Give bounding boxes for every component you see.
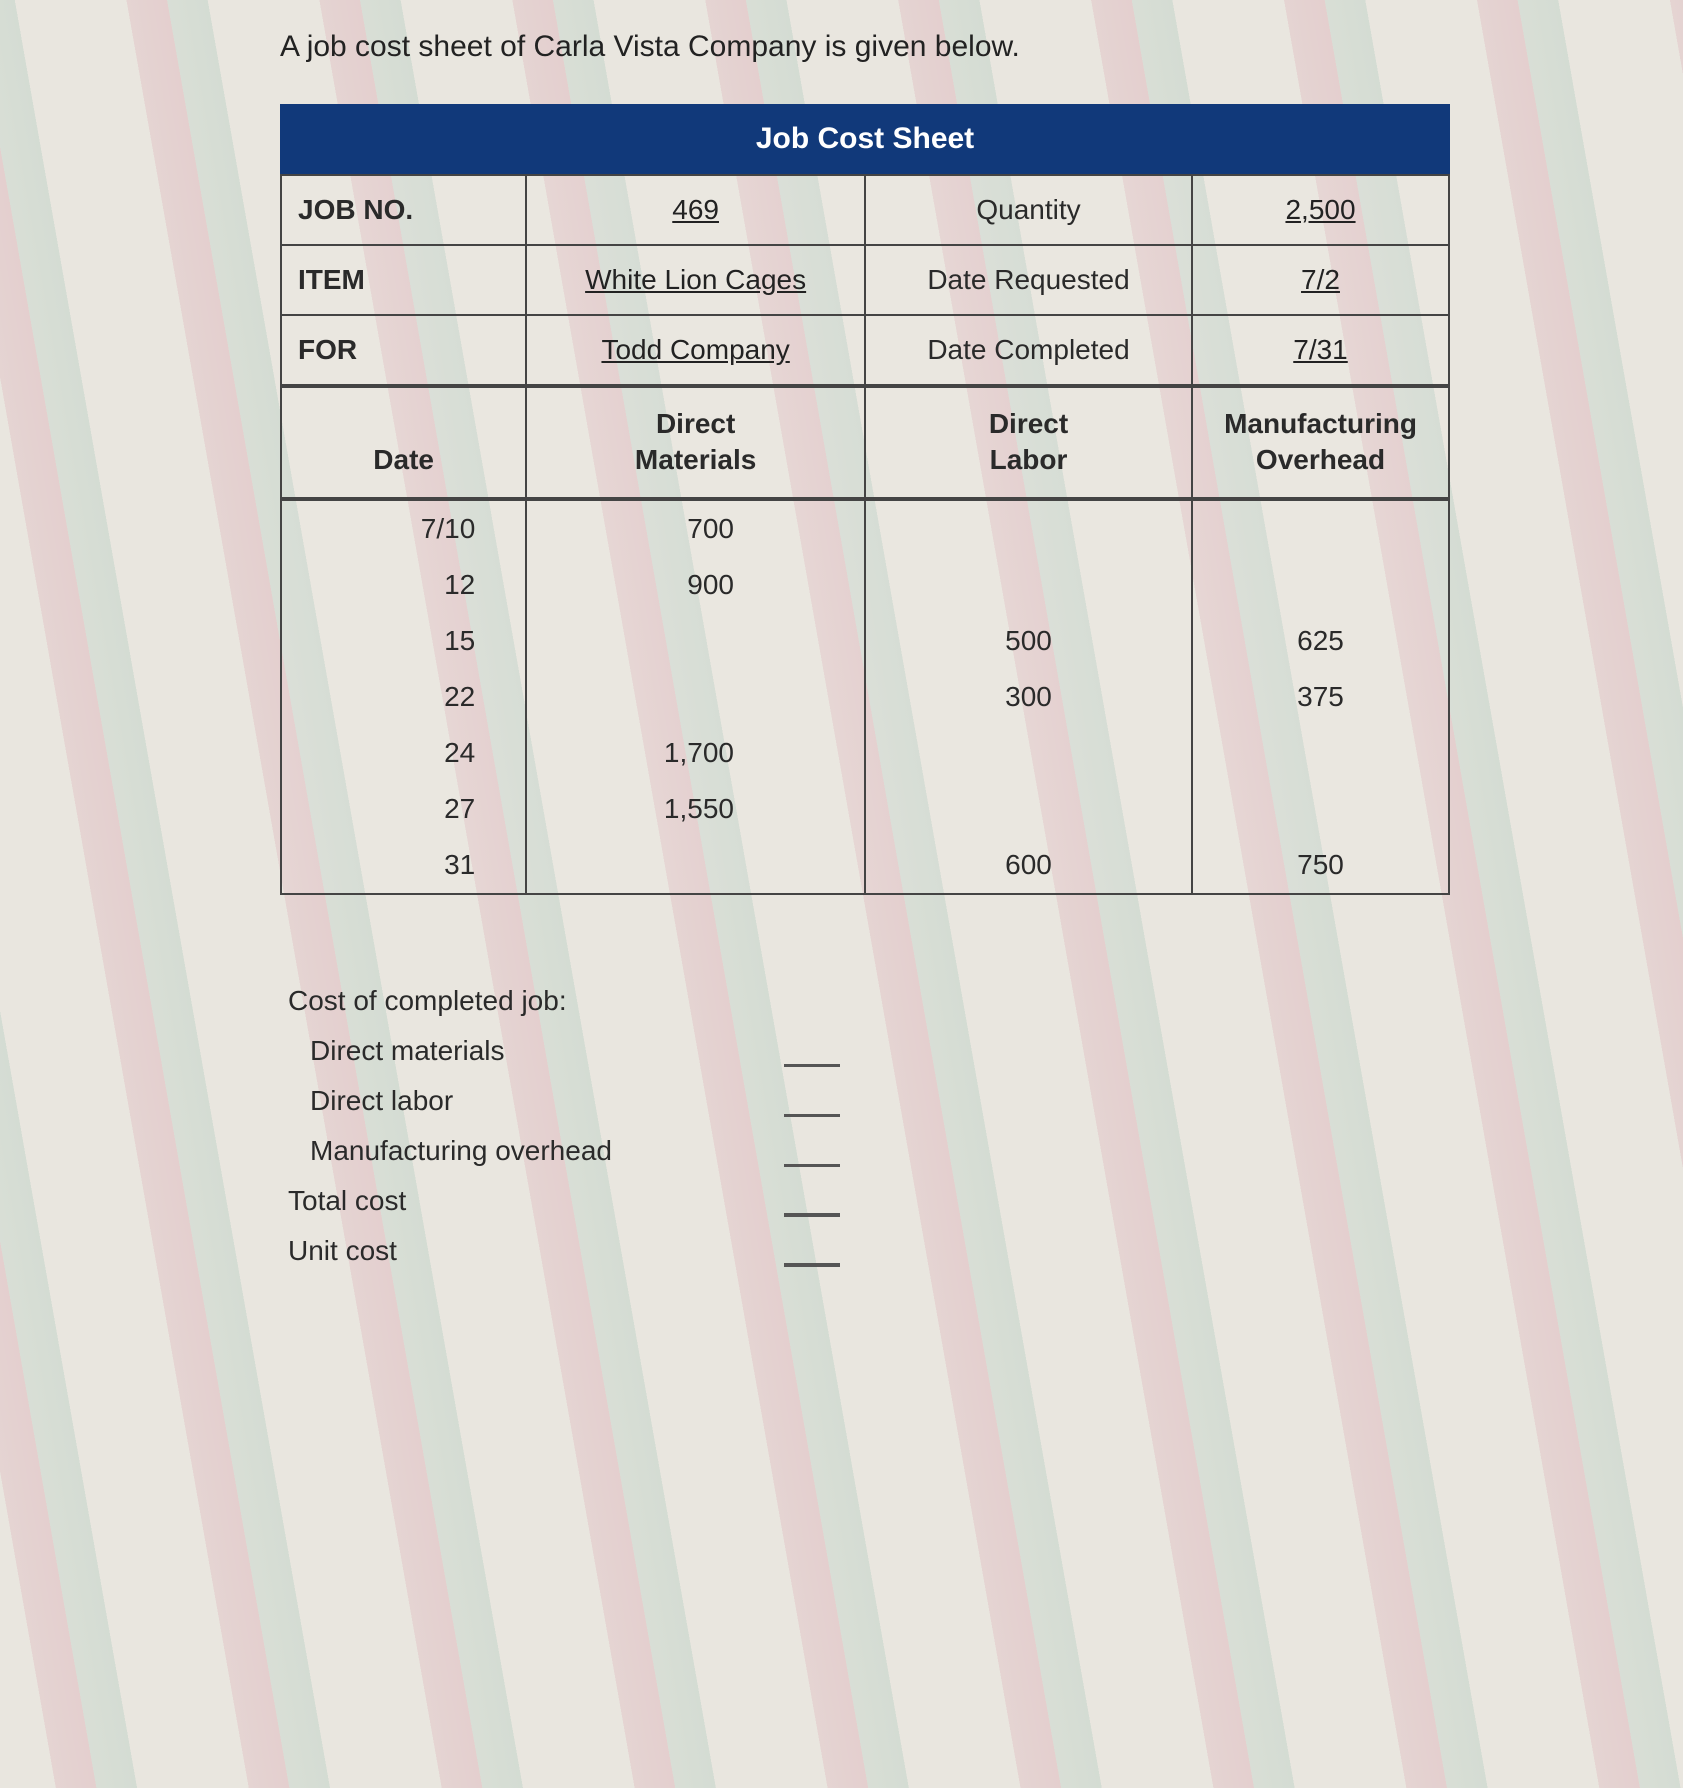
data-dm: 700 [526,500,865,557]
completed-unit-blank[interactable] [784,1243,840,1267]
data-dl [865,725,1192,781]
quantity-label: Quantity [865,175,1192,245]
data-oh [1192,781,1449,837]
data-dl [865,500,1192,557]
cost-data-table: 7/10 700 12 900 15 500 625 22 300 [280,499,1450,895]
data-date: 12 [281,557,526,613]
completed-total-label: Total cost [280,1185,406,1217]
job-header-table: JOB NO. 469 Quantity 2,500 ITEM White Li… [280,174,1450,386]
col-direct-labor: DirectLabor [865,387,1192,498]
for-label: FOR [281,315,526,385]
data-dm [526,669,865,725]
completed-oh-blank[interactable] [784,1143,840,1167]
data-oh: 750 [1192,837,1449,894]
data-date: 7/10 [281,500,526,557]
date-completed-value[interactable]: 7/31 [1293,334,1348,365]
jobno-label: JOB NO. [281,175,526,245]
completed-dl-blank[interactable] [784,1093,840,1117]
cost-columns-header: Date DirectMaterials DirectLabor Manufac… [280,386,1450,499]
item-value[interactable]: White Lion Cages [585,264,806,295]
quantity-value[interactable]: 2,500 [1285,194,1355,225]
data-dm: 1,700 [526,725,865,781]
data-dm [526,613,865,669]
data-dl [865,781,1192,837]
data-date: 31 [281,837,526,894]
col-manufacturing-overhead: ManufacturingOverhead [1192,387,1449,498]
date-requested-value[interactable]: 7/2 [1301,264,1340,295]
data-oh [1192,725,1449,781]
data-dl: 500 [865,613,1192,669]
data-dl: 300 [865,669,1192,725]
for-value[interactable]: Todd Company [601,334,789,365]
col-date: Date [281,387,526,498]
date-completed-label: Date Completed [865,315,1192,385]
data-oh [1192,557,1449,613]
data-oh: 625 [1192,613,1449,669]
completed-cost-block: Cost of completed job: Direct materials … [280,985,840,1267]
completed-dm-blank[interactable] [784,1043,840,1067]
data-date: 22 [281,669,526,725]
intro-text: A job cost sheet of Carla Vista Company … [280,30,1643,64]
data-dl [865,557,1192,613]
completed-unit-label: Unit cost [280,1235,397,1267]
jobno-value[interactable]: 469 [672,194,719,225]
completed-heading: Cost of completed job: [280,985,567,1017]
data-oh: 375 [1192,669,1449,725]
data-dm: 1,550 [526,781,865,837]
data-dm [526,837,865,894]
completed-dm-label: Direct materials [280,1035,504,1067]
data-date: 27 [281,781,526,837]
completed-total-blank[interactable] [784,1193,840,1217]
sheet-title: Job Cost Sheet [280,104,1450,174]
data-date: 15 [281,613,526,669]
completed-dl-label: Direct labor [280,1085,453,1117]
col-direct-materials: DirectMaterials [526,387,865,498]
data-date: 24 [281,725,526,781]
item-label: ITEM [281,245,526,315]
date-requested-label: Date Requested [865,245,1192,315]
data-dm: 900 [526,557,865,613]
data-oh [1192,500,1449,557]
data-dl: 600 [865,837,1192,894]
completed-oh-label: Manufacturing overhead [280,1135,612,1167]
